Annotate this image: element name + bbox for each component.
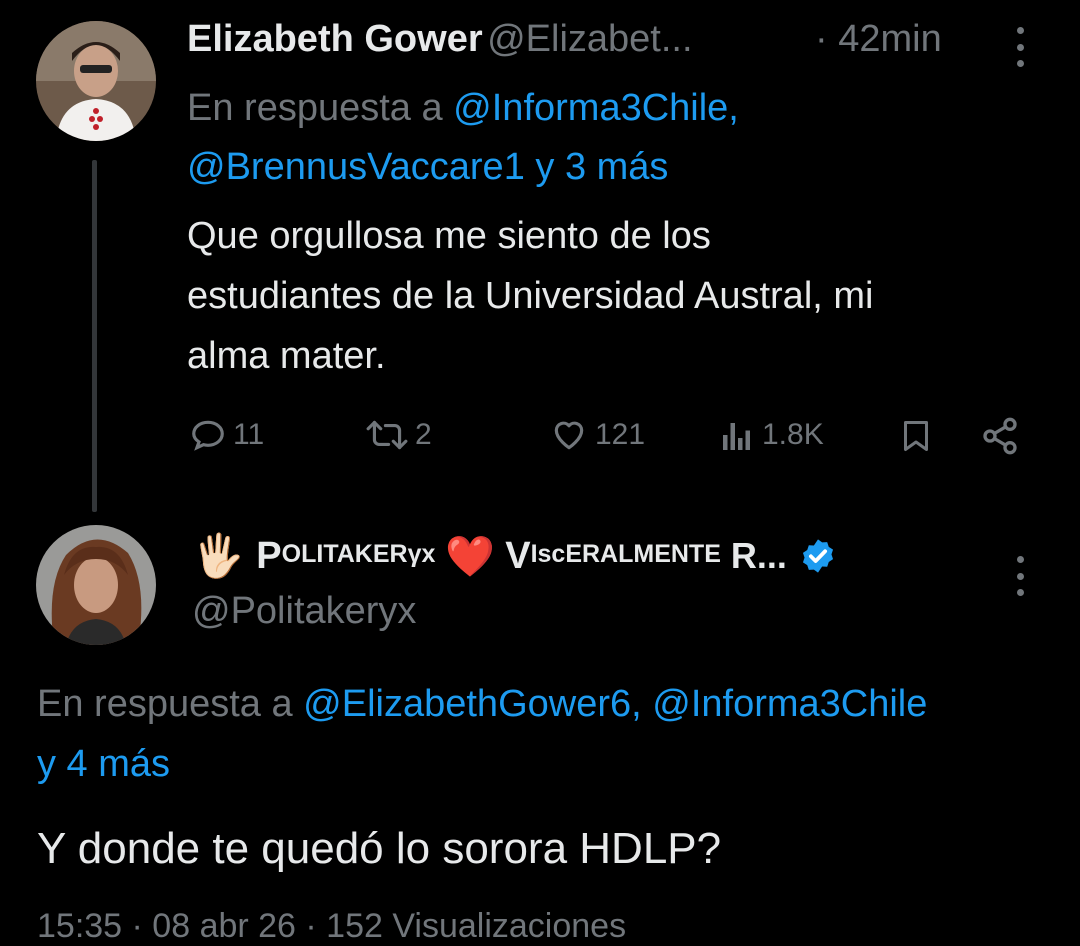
verified-badge-icon xyxy=(802,539,833,573)
tweet-text-line: alma mater. xyxy=(187,335,386,377)
more-vertical-icon[interactable] xyxy=(1005,556,1035,596)
reply-button[interactable]: 11 xyxy=(189,416,264,454)
repost-count: 2 xyxy=(415,418,432,451)
name-initial: P xyxy=(256,534,282,577)
name-rest: IscERALMENTE xyxy=(530,539,721,568)
tweet2-meta: 15:35 · 08 abr 26 · 152 Visualizaciones xyxy=(37,907,627,945)
reply-more-link[interactable]: y 3 más xyxy=(535,146,668,188)
reply-more-link[interactable]: y 4 más xyxy=(37,743,170,785)
thread-line xyxy=(92,160,97,512)
tweet1-timestamp[interactable]: · 42min xyxy=(815,18,942,61)
repost-button[interactable]: 2 xyxy=(365,416,432,454)
reply-mention-informa3chile[interactable]: @Informa3Chile, xyxy=(453,87,739,129)
name-rest: OLITAKERγx xyxy=(281,539,436,568)
tweet2-reply-context-2: y 4 más xyxy=(37,735,170,793)
reply-prefix: En respuesta a xyxy=(37,683,293,725)
author-name-part2: VIscERALMENTE xyxy=(505,535,721,578)
tweet2-text: Y donde te quedó lo sorora HDLP? xyxy=(37,824,722,873)
reply-mention-elizabethgower6[interactable]: @ElizabethGower6, xyxy=(303,683,642,725)
views-icon xyxy=(723,423,750,450)
author-name-part3: R... xyxy=(730,535,787,576)
reply-prefix: En respuesta a xyxy=(187,87,443,129)
reply-mention-brennusvaccare1[interactable]: @BrennusVaccare1 xyxy=(187,146,525,188)
separator-dot: · xyxy=(815,18,828,60)
tweet-text-line: Que orgullosa me siento de los xyxy=(187,215,711,257)
reply-count: 11 xyxy=(233,418,265,451)
repost-icon xyxy=(366,420,408,450)
tweet-text-line: estudiantes de la Universidad Austral, m… xyxy=(187,275,874,317)
red-heart-emoji: ❤️ xyxy=(445,534,496,579)
tweet2-header[interactable]: 🖐🏻 POLITAKERγx ❤️ VIscERALMENTE R... xyxy=(192,528,837,584)
bookmark-button[interactable] xyxy=(898,416,934,456)
like-icon xyxy=(554,421,584,450)
author-handle[interactable]: @Politakeryx xyxy=(192,590,416,633)
share-icon xyxy=(983,417,1017,455)
share-button[interactable] xyxy=(980,416,1020,456)
views-count: 1.8K xyxy=(762,418,824,451)
avatar-politakeryx[interactable] xyxy=(36,525,156,645)
avatar-elizabeth-gower[interactable] xyxy=(36,21,156,141)
tweet2-reply-context: En respuesta a @ElizabethGower6, @Inform… xyxy=(37,675,1080,733)
raised-hand-emoji: 🖐🏻 xyxy=(192,532,245,579)
author-name[interactable]: Elizabeth Gower xyxy=(187,18,483,60)
like-count: 121 xyxy=(595,418,646,451)
reply-mention-informa3chile[interactable]: @Informa3Chile xyxy=(652,683,927,725)
like-button[interactable]: 121 xyxy=(549,416,645,454)
reply-icon xyxy=(192,420,224,451)
time-label: 42min xyxy=(838,18,942,60)
views-button[interactable]: 1.8K xyxy=(720,416,824,454)
tweet1-reply-context-2: @BrennusVaccare1 y 3 más xyxy=(187,138,668,196)
name-initial: V xyxy=(505,534,531,577)
tweet1-text: Que orgullosa me siento de los estudiant… xyxy=(187,206,1057,386)
bookmark-icon xyxy=(904,421,928,451)
author-name-part1: POLITAKERγx xyxy=(256,535,435,578)
tweet1-header: Elizabeth Gower @Elizabet... xyxy=(187,18,693,61)
author-handle[interactable]: @Elizabet... xyxy=(487,18,692,60)
more-vertical-icon[interactable] xyxy=(1005,27,1035,67)
tweet1-reply-context: En respuesta a @Informa3Chile, xyxy=(187,79,739,137)
